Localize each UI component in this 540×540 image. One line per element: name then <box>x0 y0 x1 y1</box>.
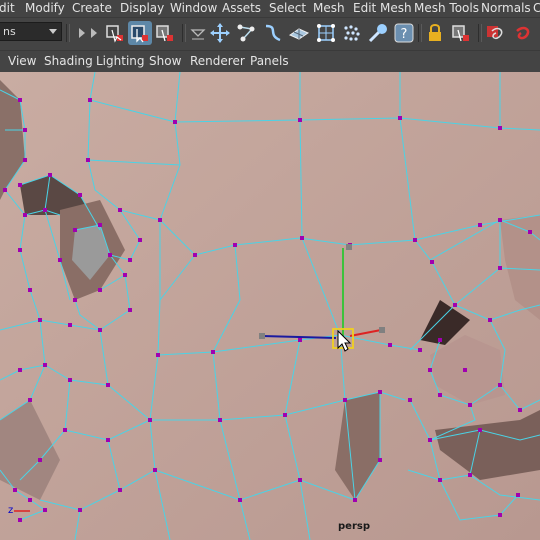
move-tool-icon[interactable] <box>208 21 232 45</box>
menu-edit-mesh[interactable]: Edit Mesh <box>353 1 412 15</box>
live-surface-icon[interactable] <box>366 21 390 45</box>
menu-normals[interactable]: Normals <box>481 1 531 15</box>
panel-menu-lighting[interactable]: Lighting <box>96 54 145 68</box>
expand-arrow-icon[interactable] <box>70 21 85 45</box>
mesh-render <box>0 72 540 540</box>
camera-name-label: persp <box>338 521 370 532</box>
select-by-component-icon[interactable] <box>128 21 152 45</box>
menu-overflow[interactable]: C <box>533 1 540 15</box>
panel-menu-show[interactable]: Show <box>149 54 181 68</box>
soft-select-icon[interactable] <box>235 21 259 45</box>
history-icon[interactable] <box>449 21 473 45</box>
menu-window[interactable]: Window <box>170 1 217 15</box>
ipr-render-icon[interactable] <box>511 21 535 45</box>
expand-arrow-icon[interactable] <box>82 21 97 45</box>
menu-mesh[interactable]: Mesh <box>313 1 345 15</box>
menu-create[interactable]: Create <box>72 1 112 15</box>
status-line-toolbar: ns ? <box>0 17 540 50</box>
panel-menu-view[interactable]: View <box>8 54 36 68</box>
select-by-hierarchy-icon[interactable] <box>103 21 127 45</box>
svg-text:?: ? <box>401 27 408 42</box>
panel-menu-renderer[interactable]: Renderer <box>190 54 245 68</box>
axis-label: z <box>8 505 14 516</box>
menu-select[interactable]: Select <box>269 1 306 15</box>
menu-set-value: ns <box>3 25 16 38</box>
view-snap-icon[interactable] <box>340 21 364 45</box>
chevron-down-icon <box>49 29 57 34</box>
mesh-surface <box>0 72 540 540</box>
curve-snap-icon[interactable] <box>261 21 285 45</box>
menu-assets[interactable]: Assets <box>222 1 261 15</box>
separator <box>418 24 422 42</box>
menu-set-dropdown[interactable]: ns <box>0 22 62 41</box>
menu-display[interactable]: Display <box>120 1 164 15</box>
main-menubar: dit Modify Create Display Window Assets … <box>0 0 540 17</box>
help-icon[interactable]: ? <box>392 21 416 45</box>
3d-viewport[interactable]: z persp <box>0 72 540 540</box>
separator <box>478 24 482 42</box>
menu-mesh-tools[interactable]: Mesh Tools <box>414 1 479 15</box>
point-snap-icon[interactable] <box>314 21 338 45</box>
lock-icon[interactable] <box>423 21 447 45</box>
render-icon[interactable] <box>484 21 508 45</box>
panel-menu-panels[interactable]: Panels <box>250 54 289 68</box>
menu-edit[interactable]: dit <box>0 1 15 15</box>
menu-modify[interactable]: Modify <box>25 1 65 15</box>
grid-snap-icon[interactable] <box>287 21 311 45</box>
filter-arrow-icon[interactable] <box>186 21 206 45</box>
select-by-object-icon[interactable] <box>153 21 177 45</box>
panel-menubar: View Shading Lighting Show Renderer Pane… <box>0 50 540 72</box>
panel-menu-shading[interactable]: Shading <box>44 54 93 68</box>
